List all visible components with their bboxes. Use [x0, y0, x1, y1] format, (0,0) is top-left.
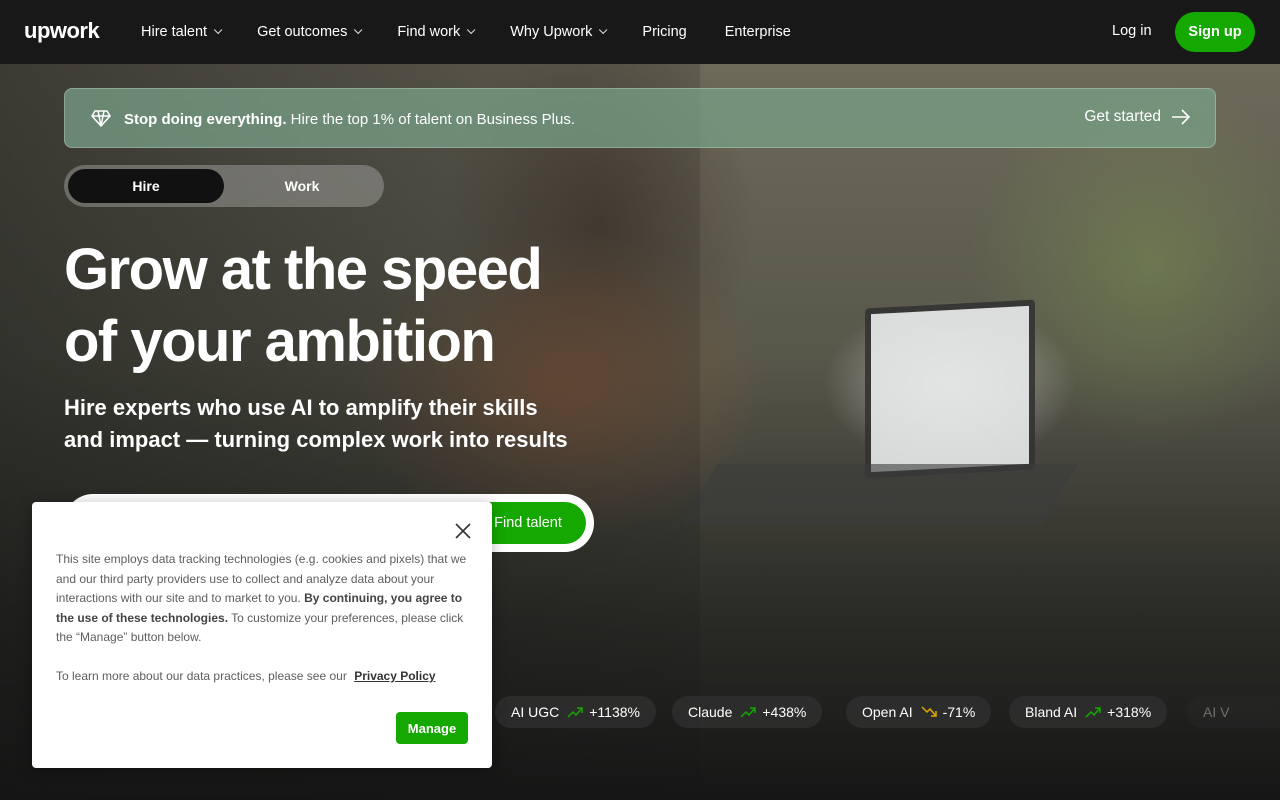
chevron-down-icon	[599, 25, 608, 35]
trend-name: Bland AI	[1025, 704, 1078, 720]
get-started-link[interactable]: Get started	[1084, 108, 1191, 126]
hero-subheadline: Hire experts who use AI to amplify their…	[64, 392, 664, 456]
hero-subheadline-line2: and impact — turning complex work into r…	[64, 427, 568, 452]
nav-why-upwork-label: Why Upwork	[510, 24, 593, 40]
trend-change: +318%	[1107, 704, 1152, 720]
nav-find-work[interactable]: Find work	[397, 24, 476, 40]
hero-headline: Grow at the speed of your ambition	[64, 234, 704, 378]
manage-button[interactable]: Manage	[396, 712, 468, 744]
cookie-learn-more-text: To learn more about our data practices, …	[56, 669, 347, 683]
cookie-learn-more: To learn more about our data practices, …	[56, 669, 436, 683]
hire-work-toggle: Hire Work	[64, 165, 384, 207]
trend-up-icon	[740, 706, 757, 718]
trend-up-icon	[567, 706, 583, 718]
nav-find-work-label: Find work	[397, 24, 461, 40]
nav-pricing-label: Pricing	[642, 24, 687, 40]
arrow-right-icon	[1172, 109, 1191, 125]
nav-pricing[interactable]: Pricing	[642, 24, 686, 40]
trend-chip[interactable]: Claude +438%	[672, 696, 823, 728]
signup-button[interactable]: Sign up	[1175, 12, 1255, 52]
hero-subheadline-line1: Hire experts who use AI to amplify their…	[64, 395, 538, 420]
trend-change: -71%	[942, 704, 976, 720]
cookie-consent-dialog: This site employs data tracking technolo…	[32, 502, 492, 768]
privacy-policy-link[interactable]: Privacy Policy	[354, 669, 435, 683]
promo-bold-text: Stop doing everything.	[124, 111, 287, 128]
diamond-icon	[91, 108, 111, 133]
toggle-hire[interactable]: Hire	[68, 169, 224, 203]
chevron-down-icon	[213, 25, 223, 35]
hero-headline-line2: of your ambition	[64, 309, 496, 374]
laptop-image	[865, 299, 1035, 479]
trend-up-icon	[1085, 706, 1101, 718]
hero-headline-line1: Grow at the speed	[64, 237, 543, 302]
nav-enterprise-label: Enterprise	[724, 24, 791, 40]
nav-why-upwork[interactable]: Why Upwork	[510, 24, 608, 40]
nav-hire-talent[interactable]: Hire talent	[141, 24, 223, 40]
trend-chip[interactable]: Bland AI +318%	[1009, 696, 1168, 728]
upwork-logo[interactable]: upwork	[24, 18, 100, 44]
nav-enterprise[interactable]: Enterprise	[725, 24, 791, 40]
trend-down-icon	[921, 706, 937, 718]
trend-name: AI UGC	[511, 704, 560, 720]
trend-change: +1138%	[589, 704, 640, 720]
nav-get-outcomes[interactable]: Get outcomes	[257, 24, 363, 40]
trend-chip[interactable]: AI V	[1187, 696, 1280, 728]
promo-body-text: Hire the top 1% of talent on Business Pl…	[286, 111, 576, 128]
trend-name: Open AI	[862, 704, 913, 720]
get-started-label: Get started	[1084, 108, 1161, 125]
top-nav: upwork Hire talent Get outcomes Find wor…	[0, 0, 1280, 64]
trend-chip[interactable]: Open AI -71%	[846, 696, 992, 728]
nav-get-outcomes-label: Get outcomes	[257, 24, 348, 40]
toggle-work[interactable]: Work	[224, 169, 380, 203]
promo-text: Stop doing everything. Hire the top 1% o…	[124, 111, 575, 128]
cookie-notice-text: This site employs data tracking technolo…	[56, 550, 476, 648]
chevron-down-icon	[354, 25, 363, 35]
laptop-base-image	[682, 464, 1078, 524]
trend-name: AI V	[1203, 704, 1230, 720]
login-link[interactable]: Log in	[1112, 23, 1152, 39]
nav-links: Hire talent Get outcomes Find work Why U…	[141, 0, 829, 64]
nav-hire-talent-label: Hire talent	[141, 24, 208, 40]
trend-chip[interactable]: AI UGC +1138%	[495, 696, 656, 728]
close-icon[interactable]	[452, 520, 474, 542]
trend-change: +438%	[762, 704, 807, 720]
promo-banner[interactable]: Stop doing everything. Hire the top 1% o…	[64, 88, 1216, 148]
chevron-down-icon	[467, 25, 476, 35]
trend-name: Claude	[688, 704, 733, 720]
